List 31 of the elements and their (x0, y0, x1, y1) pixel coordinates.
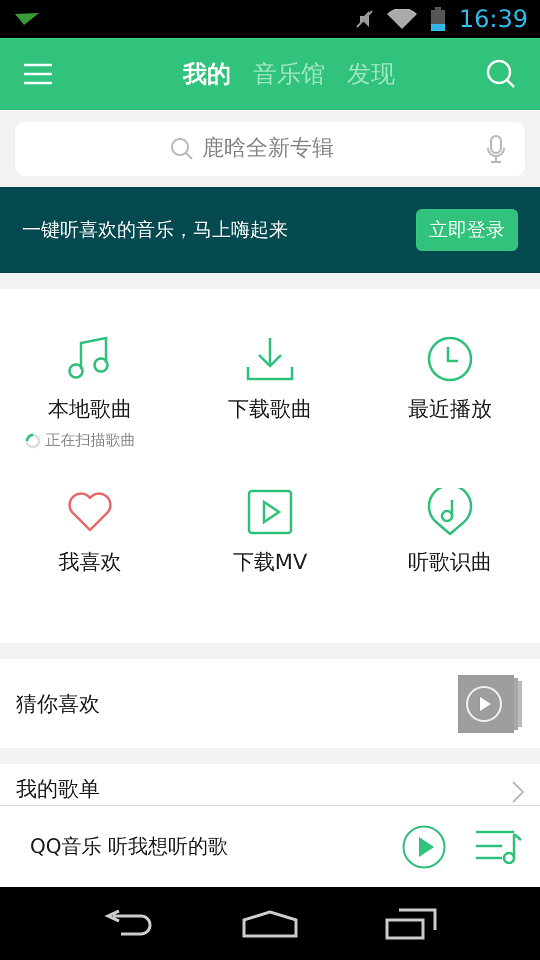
search-icon[interactable] (486, 59, 516, 89)
play-icon[interactable] (402, 824, 446, 868)
loading-spinner-icon (24, 432, 40, 448)
chevron-right-icon (512, 781, 524, 803)
playlist-icon[interactable] (476, 830, 522, 864)
clock-icon[interactable] (426, 335, 474, 383)
music-pin-icon[interactable] (426, 488, 474, 536)
mute-icon (354, 9, 373, 29)
shortcut-label[interactable]: 本地歌曲 (48, 395, 132, 423)
shortcut-label[interactable]: 下载歌曲 (228, 395, 312, 423)
shortcut-label[interactable]: 听歌识曲 (408, 548, 492, 576)
home-icon[interactable] (242, 910, 298, 938)
search-field[interactable]: 鹿晗全新专辑 (202, 136, 362, 161)
album-play-icon[interactable] (458, 674, 524, 732)
shortcut-label[interactable]: 下载MV (232, 548, 308, 576)
wifi-icon (386, 9, 417, 29)
shortcut-label[interactable]: 我喜欢 (58, 548, 122, 576)
section-title[interactable]: 我的歌单 (16, 775, 100, 803)
scan-status: 正在扫描歌曲 (46, 431, 136, 450)
status-time: 16:39 (458, 5, 528, 33)
battery-icon (430, 7, 445, 31)
recent-apps-icon[interactable] (384, 908, 437, 940)
player-text: QQ音乐 听我想听的歌 (30, 833, 228, 860)
banner-text: 一键听喜欢的音乐，马上嗨起来 (22, 218, 288, 243)
section-title[interactable]: 猜你喜欢 (16, 690, 100, 718)
video-play-icon[interactable] (246, 488, 294, 536)
menu-icon[interactable] (24, 63, 52, 85)
download-icon[interactable] (246, 335, 294, 383)
search-icon (170, 136, 194, 160)
microphone-icon[interactable] (487, 134, 505, 162)
shortcut-label[interactable]: 最近播放 (408, 395, 492, 423)
